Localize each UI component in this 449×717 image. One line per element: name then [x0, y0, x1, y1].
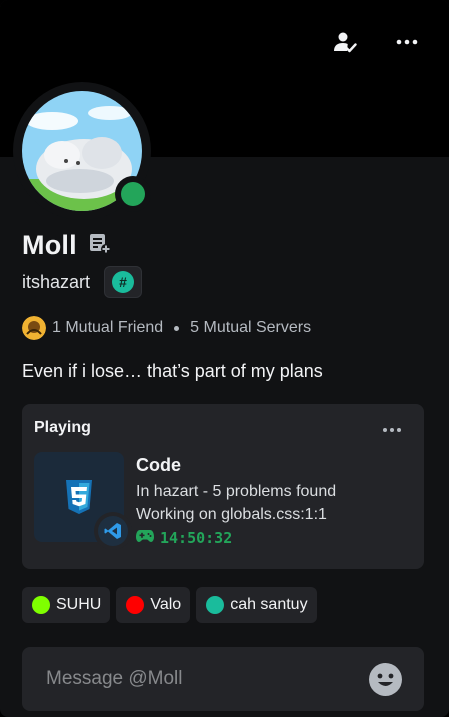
activity-app-name: Code: [136, 455, 181, 475]
add-friend-check-icon[interactable]: [331, 28, 359, 56]
username: itshazart: [22, 271, 91, 292]
mutual-friends-link[interactable]: 1 Mutual Friend: [52, 319, 163, 337]
avatar-wrapper[interactable]: [13, 82, 151, 220]
display-name: Moll: [22, 230, 77, 260]
mutual-servers-link[interactable]: 5 Mutual Servers: [190, 319, 311, 337]
gamepad-icon: [136, 529, 154, 547]
role-color-dot: [32, 596, 50, 614]
activity-more-icon[interactable]: [378, 416, 406, 444]
role-color-dot: [206, 596, 225, 614]
activity-elapsed-time: 14:50:32: [160, 529, 233, 547]
role-name: cah santuy: [230, 596, 308, 613]
note-icon[interactable]: [89, 232, 111, 259]
server-tag-badge[interactable]: #: [104, 266, 143, 298]
status-indicator: [115, 176, 151, 212]
activity-state: Working on globals.css:1:1: [136, 506, 327, 523]
more-horizontal-icon[interactable]: [393, 28, 421, 56]
vscode-icon: [94, 512, 132, 550]
message-box: [22, 647, 424, 711]
role-pill[interactable]: cah santuy: [196, 587, 317, 623]
emoji-smile-icon[interactable]: [369, 663, 402, 696]
role-color-dot: [126, 596, 145, 614]
role-pill[interactable]: Valo: [116, 587, 191, 623]
role-name: Valo: [150, 596, 182, 613]
online-status-dot: [121, 182, 145, 206]
activity-card: Playing Code In hazart - 5 problems foun…: [22, 404, 424, 569]
profile-popout: Moll itshazart # 1 Mutual Friend 5 Mutua…: [0, 0, 449, 717]
activity-header: Playing: [34, 419, 91, 436]
activity-details: In hazart - 5 problems found: [136, 483, 337, 500]
message-input[interactable]: [46, 668, 346, 690]
role-name: SUHU: [56, 596, 102, 613]
hashtag-icon: #: [112, 271, 135, 293]
bio-text: Even if i lose… that’s part of my plans: [22, 361, 323, 381]
separator-dot: [174, 325, 180, 331]
role-pill[interactable]: SUHU: [22, 587, 111, 623]
mutual-friend-avatar[interactable]: [22, 316, 46, 340]
roles-list: SUHU Valo cah santuy: [22, 587, 317, 623]
